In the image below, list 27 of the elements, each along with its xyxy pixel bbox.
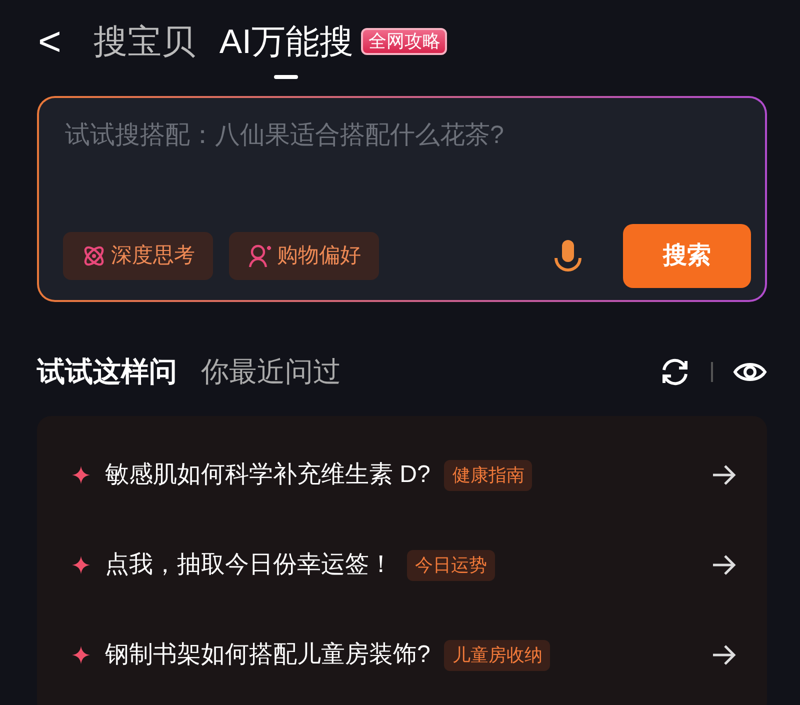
topic-tag: 健康指南 xyxy=(444,460,532,490)
arrow-right-icon xyxy=(711,464,737,486)
user-icon xyxy=(247,243,273,269)
chip-button[interactable]: 深度思考 xyxy=(63,232,213,280)
tab-indicator xyxy=(274,74,298,79)
arrow-right-icon xyxy=(711,554,737,576)
suggestion-row[interactable]: 点我，抽取今日份幸运签！ 今日运势 xyxy=(71,520,737,610)
topic-tag: 今日运势 xyxy=(407,550,495,580)
arrow-right-icon xyxy=(711,644,737,666)
sparkle-icon xyxy=(71,465,91,485)
topic-tag: 儿童房收纳 xyxy=(444,640,550,670)
tab[interactable]: AI万能搜 xyxy=(219,22,354,63)
sparkle-icon xyxy=(71,645,91,665)
search-field[interactable]: 试试搜搭配：八仙果适合搭配什么花茶? xyxy=(63,116,751,156)
microphone-icon[interactable] xyxy=(553,238,583,274)
tab[interactable]: 搜宝贝 xyxy=(93,22,196,63)
suggestion-row[interactable]: 钢制书架如何搭配儿童房装饰? 儿童房收纳 xyxy=(71,610,737,700)
tab[interactable]: 你最近问过 xyxy=(201,351,341,393)
suggestion-text: 点我，抽取今日份幸运签！ xyxy=(105,550,393,580)
tab[interactable]: 试试这样问 xyxy=(37,351,177,393)
back-button[interactable]: < xyxy=(30,22,70,62)
chip-button[interactable]: 购物偏好 xyxy=(229,232,379,280)
suggestion-text: 钢制书架如何搭配儿童房装饰? xyxy=(105,640,430,670)
sparkle-icon xyxy=(71,555,91,575)
suggestion-row[interactable]: 敏感肌如何科学补充维生素 D? 健康指南 xyxy=(71,430,737,520)
suggestion-text: 敏感肌如何科学补充维生素 D? xyxy=(105,460,430,490)
tab-badge: 全网攻略 xyxy=(361,28,448,56)
